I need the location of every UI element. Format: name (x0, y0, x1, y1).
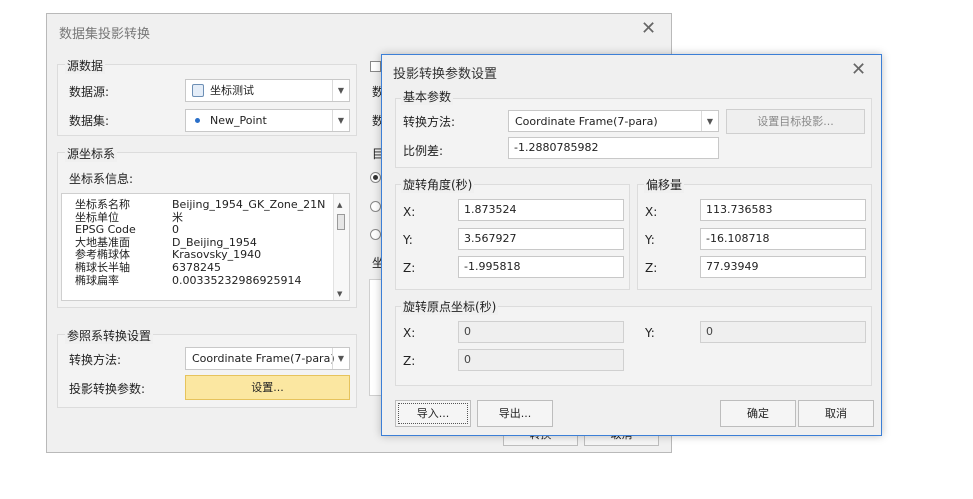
scroll-thumb[interactable] (337, 214, 345, 230)
point-dataset-icon (195, 118, 200, 123)
offset-z-input[interactable]: 77.93949 (700, 256, 866, 278)
scale-input[interactable]: -1.2880785982 (508, 137, 719, 159)
close-icon[interactable]: ✕ (851, 61, 866, 79)
transform-params-dialog: 投影转换参数设置 ✕ 基本参数 转换方法: Coordinate Frame(7… (381, 54, 882, 436)
cs-info-row: 坐标系名称 Beijing_1954_GK_Zone_21N (75, 198, 326, 211)
scale-label: 比例差: (403, 144, 444, 158)
origin-x-label: X: (403, 326, 416, 340)
ok-button[interactable]: 确定 (720, 400, 796, 427)
scroll-down-icon[interactable]: ▼ (337, 288, 342, 300)
option-checkbox[interactable] (370, 61, 381, 72)
chevron-down-icon[interactable]: ▼ (332, 110, 349, 131)
source-data-group-title: 源数据 (65, 57, 106, 74)
main-method-combo[interactable]: Coordinate Frame(7-para) ▼ (185, 347, 350, 370)
method-value: Coordinate Frame(7-para) (515, 115, 658, 128)
rotation-group-title: 旋转角度(秒) (401, 176, 475, 193)
cs-info-row: 椭球扁率 0.00335232986925914 (75, 273, 302, 287)
rotation-origin-group (395, 306, 872, 386)
offset-y-input[interactable]: -16.108718 (700, 228, 866, 250)
dataset-label: 数据集: (69, 114, 110, 128)
rotation-y-input[interactable]: 3.567927 (458, 228, 624, 250)
rotation-z-label: Z: (403, 261, 416, 275)
rotation-x-input[interactable]: 1.873524 (458, 199, 624, 221)
origin-y-label: Y: (645, 326, 655, 340)
chevron-down-icon[interactable]: ▼ (701, 111, 718, 131)
params-dialog-title: 投影转换参数设置 (393, 67, 498, 82)
export-button[interactable]: 导出... (477, 400, 553, 427)
offset-group-title: 偏移量 (644, 176, 685, 193)
cs-info-box[interactable]: 坐标系名称 Beijing_1954_GK_Zone_21N 坐标单位米 EPSG… (61, 193, 350, 301)
cs-info-label: 坐标系信息: (69, 172, 134, 186)
main-method-label: 转换方法: (69, 353, 122, 367)
set-target-projection-button[interactable]: 设置目标投影... (726, 109, 865, 134)
offset-x-label: X: (645, 205, 658, 219)
datasource-value: 坐标测试 (210, 84, 254, 97)
dataset-combo[interactable]: New_Point ▼ (185, 109, 350, 132)
origin-x-input[interactable]: 0 (458, 321, 624, 343)
cs-info-scrollbar[interactable]: ▲ ▼ (333, 194, 349, 300)
reference-conversion-group-title: 参照系转换设置 (65, 327, 154, 344)
rotation-origin-title: 旋转原点坐标(秒) (401, 298, 499, 315)
origin-z-input[interactable]: 0 (458, 349, 624, 371)
target-radio-3[interactable] (370, 229, 381, 240)
projection-params-label: 投影转换参数: (69, 382, 146, 396)
source-cs-group-title: 源坐标系 (65, 145, 118, 162)
chevron-down-icon[interactable]: ▼ (332, 80, 349, 101)
scroll-up-icon[interactable]: ▲ (337, 199, 342, 212)
rotation-x-label: X: (403, 205, 416, 219)
dialog-title: 数据集投影转换 (59, 27, 151, 42)
datasource-label: 数据源: (69, 85, 110, 99)
target-radio-2[interactable] (370, 201, 381, 212)
dataset-value: New_Point (210, 114, 267, 127)
origin-y-input[interactable]: 0 (700, 321, 866, 343)
method-combo[interactable]: Coordinate Frame(7-para) ▼ (508, 110, 719, 132)
cancel-button[interactable]: 取消 (798, 400, 874, 427)
datasource-combo[interactable]: 坐标测试 ▼ (185, 79, 350, 102)
offset-y-label: Y: (645, 233, 655, 247)
basic-params-title: 基本参数 (401, 88, 454, 105)
import-button[interactable]: 导入... (395, 400, 471, 427)
rotation-z-input[interactable]: -1.995818 (458, 256, 624, 278)
offset-x-input[interactable]: 113.736583 (700, 199, 866, 221)
offset-z-label: Z: (645, 261, 658, 275)
database-icon (192, 84, 204, 97)
projection-settings-button[interactable]: 设置... (185, 375, 350, 400)
close-icon[interactable]: ✕ (641, 20, 656, 38)
rotation-y-label: Y: (403, 233, 413, 247)
method-label: 转换方法: (403, 115, 456, 129)
cs-info-row: 椭球长半轴 6378245 (75, 260, 221, 274)
cs-info-row: EPSG Code 0 (75, 223, 179, 237)
target-radio-1[interactable] (370, 172, 381, 183)
origin-z-label: Z: (403, 354, 416, 368)
main-method-value: Coordinate Frame(7-para) (192, 352, 335, 365)
chevron-down-icon[interactable]: ▼ (332, 348, 349, 369)
